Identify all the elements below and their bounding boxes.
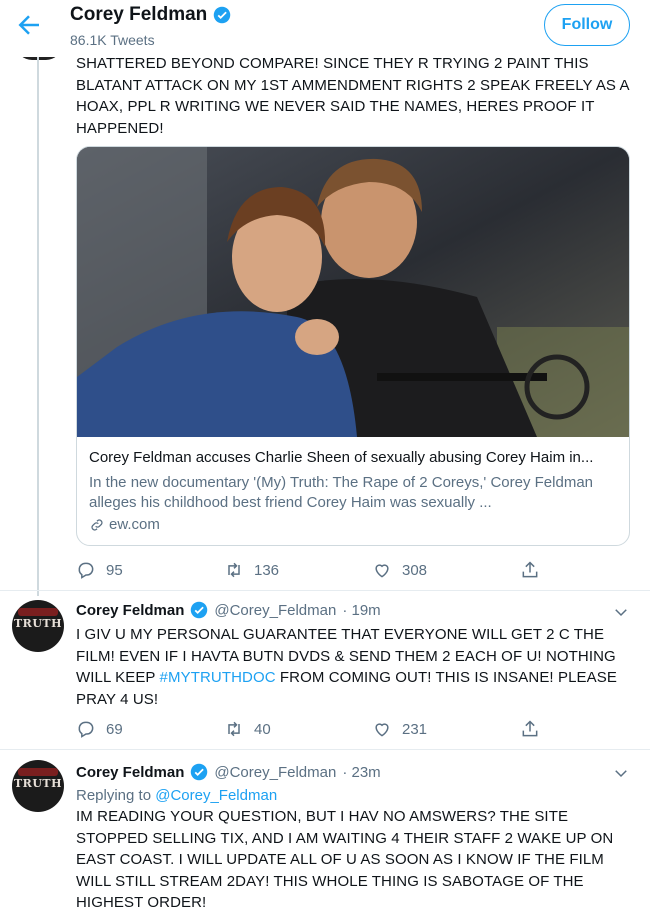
- back-arrow-icon[interactable]: [14, 10, 44, 40]
- user-handle[interactable]: @Corey_Feldman: [214, 764, 336, 781]
- share-button[interactable]: [520, 560, 650, 580]
- tweet-time[interactable]: · 23m: [342, 764, 380, 781]
- share-icon: [522, 561, 538, 578]
- share-button[interactable]: [520, 719, 650, 739]
- avatar-accent: [18, 608, 58, 616]
- card-domain-row: ew.com: [89, 516, 160, 533]
- card-description: In the new documentary '(My) Truth: The …: [89, 474, 594, 511]
- user-name[interactable]: Corey Feldman: [76, 602, 184, 619]
- card-image: [77, 147, 629, 437]
- replying-handle-link[interactable]: @Corey_Feldman: [155, 787, 277, 804]
- avatar-accent: [18, 768, 58, 776]
- profile-header: Corey Feldman 86.1K Tweets Follow: [0, 0, 650, 57]
- avatar-text: TRUTH: [14, 777, 62, 790]
- like-count: 231: [402, 720, 428, 738]
- reply-button[interactable]: 69: [76, 719, 224, 739]
- reply-icon: [78, 721, 94, 738]
- retweet-button[interactable]: 136: [224, 560, 372, 580]
- tweet-user-line: Corey Feldman @Corey_Feldman · 23m: [76, 763, 381, 781]
- divider: [0, 590, 650, 591]
- retweet-icon: [228, 562, 240, 578]
- like-button[interactable]: 231: [372, 719, 520, 739]
- reply-button[interactable]: 95: [76, 560, 224, 580]
- link-card[interactable]: Corey Feldman accuses Charlie Sheen of s…: [76, 146, 630, 546]
- card-title: Corey Feldman accuses Charlie Sheen of s…: [89, 449, 594, 466]
- like-button[interactable]: 308: [372, 560, 520, 580]
- reply-count: 95: [106, 561, 123, 579]
- avatar[interactable]: TRUTH: [12, 600, 64, 652]
- tweet-actions: 69 40 231: [76, 719, 650, 739]
- user-handle[interactable]: @Corey_Feldman: [214, 602, 336, 619]
- verified-badge-icon: [214, 6, 231, 24]
- avatar-text: TRUTH: [14, 617, 62, 630]
- thread-connector: [37, 56, 39, 596]
- like-count: 308: [402, 561, 428, 579]
- chevron-down-icon[interactable]: [612, 764, 630, 782]
- avatar[interactable]: TRUTH: [12, 760, 64, 812]
- tweet-count: 86.1K Tweets: [70, 32, 155, 48]
- hashtag-link[interactable]: #MYTRUTHDOC: [160, 669, 276, 686]
- verified-badge-icon: [191, 601, 208, 619]
- retweet-count: 136: [254, 561, 280, 579]
- replying-prefix: Replying to: [76, 787, 156, 804]
- tweet-text: IM READING YOUR QUESTION, BUT I HAV NO A…: [76, 808, 614, 911]
- reply-count: 69: [106, 720, 123, 738]
- like-icon: [375, 723, 389, 737]
- retweet-button[interactable]: 40: [224, 719, 372, 739]
- like-icon: [375, 564, 389, 578]
- divider: [0, 749, 650, 750]
- header-name-row: Corey Feldman: [70, 4, 231, 26]
- tweet-user-line: Corey Feldman @Corey_Feldman · 19m: [76, 601, 381, 619]
- verified-badge-icon: [191, 763, 208, 781]
- tweet-text: SHATTERED BEYOND COMPARE! SINCE THEY R T…: [76, 55, 629, 137]
- card-domain: ew.com: [109, 516, 160, 533]
- follow-button[interactable]: Follow: [544, 4, 630, 46]
- link-icon: [91, 518, 103, 531]
- reply-icon: [78, 562, 94, 579]
- tweet-actions: 95 136 308: [76, 560, 650, 580]
- retweet-count: 40: [254, 720, 271, 738]
- tweet-time[interactable]: · 19m: [342, 602, 380, 619]
- chevron-down-icon[interactable]: [612, 603, 630, 621]
- user-name[interactable]: Corey Feldman: [76, 764, 184, 781]
- retweet-icon: [228, 721, 240, 737]
- share-icon: [522, 720, 538, 737]
- replying-to: Replying to @Corey_Feldman: [76, 787, 277, 804]
- header-name: Corey Feldman: [70, 4, 208, 25]
- tweet-text: I GIV U MY PERSONAL GUARANTEE THAT EVERY…: [76, 624, 636, 710]
